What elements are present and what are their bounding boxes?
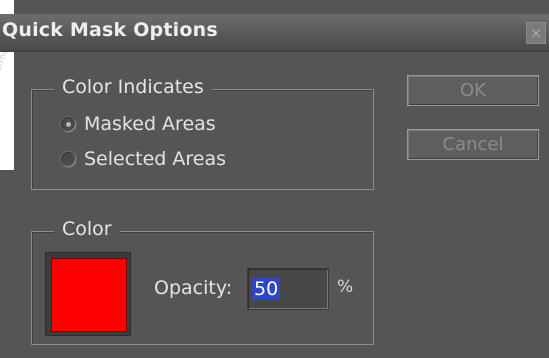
selected-areas-radio[interactable] [60, 150, 77, 168]
dialog-title: Quick Mask Options [2, 19, 218, 41]
ok-button[interactable]: OK [407, 75, 539, 106]
color-swatch-frame[interactable] [45, 252, 131, 336]
masked-areas-radio[interactable] [60, 115, 77, 133]
color-swatch[interactable] [51, 258, 127, 332]
color-indicates-group: Color Indicates Masked Areas Selected Ar… [31, 76, 374, 190]
color-group: Color Opacity: 50 % [31, 218, 374, 345]
quick-mask-options-dialog: www.watermark Quick Mask Options × Color… [0, 0, 549, 358]
color-indicates-legend: Color Indicates [54, 76, 212, 98]
opacity-unit: % [337, 277, 354, 297]
title-bar[interactable]: Quick Mask Options × [0, 14, 549, 52]
color-legend: Color [54, 218, 120, 240]
masked-areas-label: Masked Areas [84, 113, 216, 135]
selected-areas-option[interactable]: Selected Areas [60, 148, 226, 170]
close-icon: × [529, 24, 543, 42]
opacity-value: 50 [252, 278, 281, 300]
close-button[interactable]: × [526, 22, 546, 44]
cancel-button[interactable]: Cancel [407, 129, 539, 160]
opacity-input[interactable]: 50 [247, 268, 329, 310]
masked-areas-option[interactable]: Masked Areas [60, 113, 216, 135]
selected-areas-label: Selected Areas [84, 148, 227, 170]
opacity-label: Opacity: [154, 277, 233, 299]
